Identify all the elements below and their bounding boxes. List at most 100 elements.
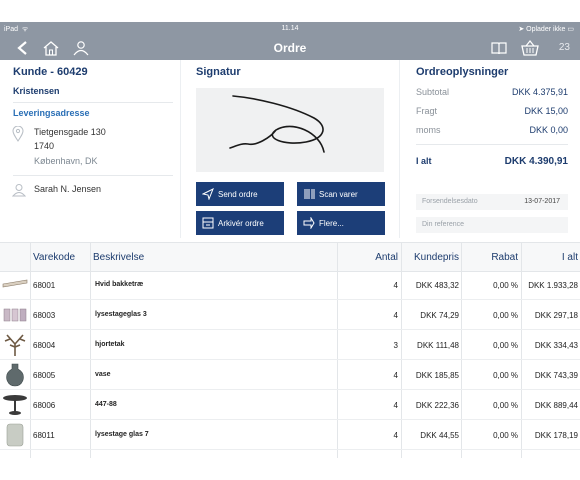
col-price[interactable]: Kundepris	[402, 252, 459, 263]
vat-label: moms	[416, 125, 441, 135]
cell-price: DKK 44,55	[420, 431, 459, 440]
product-thumbnail	[2, 392, 28, 417]
cell-discount[interactable]: 0,00 %	[462, 401, 518, 410]
ship-date-field[interactable]: Forsendelsesdato 13-07-2017	[416, 194, 568, 210]
table-row[interactable]: 68011 lysestage glas 7 4 DKK 44,55 0,00 % DKK…	[0, 420, 580, 450]
cell-qty[interactable]: 4	[340, 281, 398, 290]
cell-qty[interactable]: 4	[340, 431, 398, 440]
order-info-panel: Ordreoplysninger Subtotal DKK 4.375,91 F…	[400, 60, 580, 238]
order-lines-table: Varekode Beskrivelse Antal Kundepris Rab…	[0, 242, 580, 458]
person-icon	[12, 184, 26, 197]
total-value: DKK 4.390,91	[504, 156, 568, 167]
cell-discount[interactable]: 0,00 %	[462, 341, 518, 350]
col-code[interactable]: Varekode	[33, 252, 75, 263]
cell-discount[interactable]: 0,00 %	[462, 311, 518, 320]
cell-description: 447-88	[95, 401, 117, 408]
customer-panel: Kunde - 60429 Kristensen Leveringsadress…	[0, 60, 180, 238]
delivery-address-label[interactable]: Leveringsadresse	[13, 108, 90, 118]
cell-code: 68004	[33, 341, 56, 350]
bottom-spacer	[0, 458, 580, 480]
clock: 11.14	[281, 25, 299, 32]
cell-discount[interactable]: 0,00 %	[462, 371, 518, 380]
product-thumbnail	[2, 332, 28, 357]
freight-value[interactable]: DKK 15,00	[524, 106, 568, 116]
divider	[13, 175, 173, 176]
cell-total: DKK 743,39	[534, 371, 578, 380]
nav-bar: Ordre 23	[0, 36, 580, 60]
reference-input[interactable]: Din reference	[416, 217, 568, 233]
product-thumbnail	[2, 302, 28, 327]
table-row[interactable]: 68003 lysestageglas 3 4 DKK 74,29 0,00 % DKK …	[0, 300, 580, 330]
address-city: København, DK	[34, 156, 98, 166]
divider	[13, 102, 173, 103]
cart-count: 23	[558, 42, 570, 53]
divider	[416, 144, 568, 145]
product-thumbnail	[2, 362, 28, 387]
catalog-icon[interactable]	[490, 40, 508, 56]
location-pin-icon	[12, 126, 24, 142]
contact-person[interactable]: Sarah N. Jensen	[34, 184, 101, 194]
cell-discount[interactable]: 0,00 %	[462, 281, 518, 290]
subtotal-label: Subtotal	[416, 87, 450, 97]
cell-price: DKK 483,32	[415, 281, 459, 290]
signature-pad[interactable]	[196, 88, 384, 172]
cell-code: 68001	[33, 281, 56, 290]
cell-code: 68003	[33, 311, 56, 320]
signature-drawing	[229, 95, 325, 153]
table-row[interactable]: 68004 hjortetak 3 DKK 111,48 0,00 % DKK 334,4…	[0, 330, 580, 360]
cell-code: 68011	[33, 431, 55, 440]
cell-description: Hvid bakketræ	[95, 281, 144, 288]
send-icon	[202, 188, 214, 200]
vat-value: DKK 0,00	[529, 125, 568, 135]
table-header: Varekode Beskrivelse Antal Kundepris Rab…	[0, 242, 580, 272]
cell-price: DKK 185,85	[415, 371, 459, 380]
cell-description: lysestageglas 3	[95, 311, 147, 318]
cell-discount[interactable]: 0,00 %	[462, 431, 518, 440]
cell-total: DKK 297,18	[534, 311, 578, 320]
cell-price: DKK 222,36	[415, 401, 459, 410]
customer-heading: Kunde - 60429	[13, 66, 88, 78]
order-info-heading: Ordreoplysninger	[416, 66, 509, 78]
subtotal-value: DKK 4.375,91	[511, 87, 568, 97]
cell-code: 68005	[33, 371, 56, 380]
total-label: I alt	[416, 156, 432, 166]
product-thumbnail	[2, 422, 28, 447]
signature-heading: Signatur	[196, 66, 241, 78]
battery-status: ➤ Oplader ikke ▭	[518, 26, 574, 33]
cell-total: DKK 1.933,28	[528, 281, 578, 290]
col-description[interactable]: Beskrivelse	[93, 252, 144, 263]
status-bar: iPad ︎ ᯤ 11.14 ➤ Oplader ikke ▭	[0, 22, 580, 36]
customer-name: Kristensen	[13, 86, 60, 96]
cell-total: DKK 334,43	[534, 341, 578, 350]
cell-qty[interactable]: 3	[340, 341, 398, 350]
table-row[interactable]: 68001 Hvid bakketræ 4 DKK 483,32 0,00 % DKK 1…	[0, 270, 580, 300]
archive-order-button[interactable]: Arkivér ordre	[196, 211, 284, 235]
cell-total: DKK 178,19	[534, 431, 578, 440]
more-button[interactable]: Flere...	[297, 211, 385, 235]
ship-date-value: 13-07-2017	[524, 198, 560, 205]
forward-icon	[303, 217, 315, 229]
table-row[interactable]: 68006 447-88 4 DKK 222,36 0,00 % DKK 889,44	[0, 390, 580, 420]
scan-items-button[interactable]: Scan varer	[297, 182, 385, 206]
address-zip: 1740	[34, 141, 55, 151]
col-qty[interactable]: Antal	[340, 252, 398, 263]
col-discount[interactable]: Rabat	[462, 252, 518, 263]
table-row[interactable]: 68005 vase 4 DKK 185,85 0,00 % DKK 743,39	[0, 360, 580, 390]
cell-description: hjortetak	[95, 341, 125, 348]
product-thumbnail	[2, 272, 28, 297]
address-street: Tietgensgade 130	[34, 127, 106, 137]
freight-label: Fragt	[416, 106, 438, 116]
signature-panel: Signatur Send ordre Scan varer Arkivér o…	[181, 60, 399, 238]
send-order-button[interactable]: Send ordre	[196, 182, 284, 206]
archive-icon	[202, 217, 214, 229]
cell-qty[interactable]: 4	[340, 311, 398, 320]
cell-qty[interactable]: 4	[340, 401, 398, 410]
cell-price: DKK 111,48	[417, 341, 459, 350]
col-total[interactable]: I alt	[522, 252, 578, 263]
cell-price: DKK 74,29	[420, 311, 459, 320]
cell-total: DKK 889,44	[534, 401, 578, 410]
cell-qty[interactable]: 4	[340, 371, 398, 380]
basket-icon[interactable]	[520, 40, 540, 56]
barcode-icon	[304, 189, 315, 199]
cell-code: 68006	[33, 401, 56, 410]
